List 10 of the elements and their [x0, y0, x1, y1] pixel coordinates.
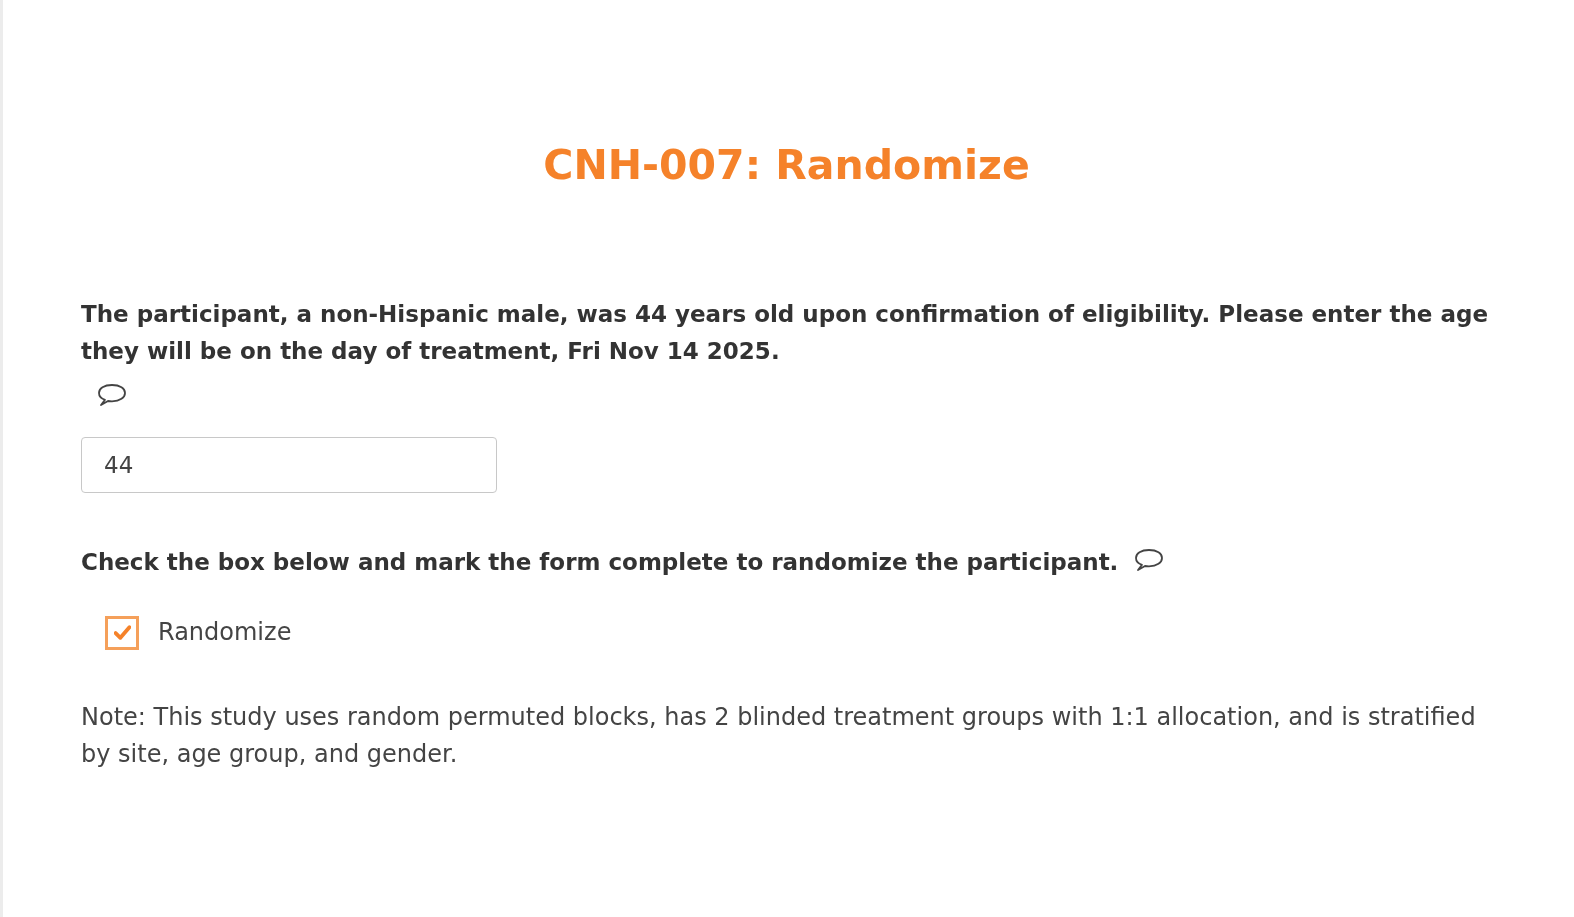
age-input-field[interactable]: 44: [81, 437, 497, 493]
checkmark-icon: [113, 625, 131, 640]
form-title: CNH-007: Randomize: [542, 140, 1031, 191]
question-text: The participant, a non-Hispanic male, was 44 years old upon confirmation of eligibility. Please enter the age they will be on the day of treatment, Fri Nov 14 2025.: [81, 300, 1489, 366]
comment-icon[interactable]: [1134, 547, 1165, 572]
checkbox-label[interactable]: Randomize: [158, 614, 292, 651]
comment-icon[interactable]: [97, 383, 127, 407]
checkbox[interactable]: [105, 615, 139, 650]
note-text: Note: This study uses random permuted blocks, has 2 blinded treatment groups with 1:1 allocation, and is stratified by site, age group, and gender.: [81, 702, 1477, 770]
question-text: Check the box below and mark the form complete to randomize the participant.: [81, 548, 1119, 577]
